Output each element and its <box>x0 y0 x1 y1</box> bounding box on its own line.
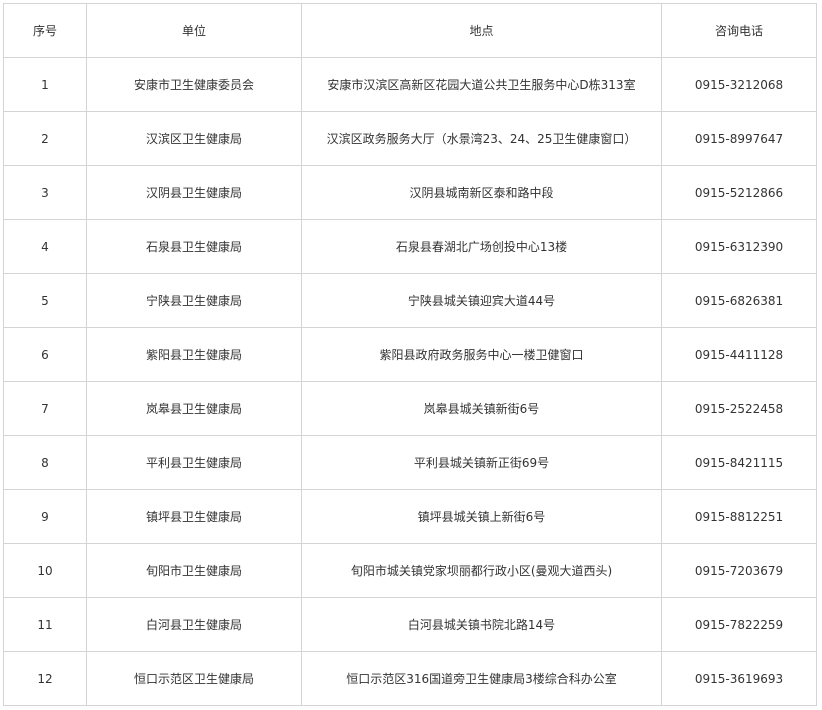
cell-phone: 0915-7822259 <box>661 597 817 652</box>
cell-index: 1 <box>3 57 87 112</box>
table-row: 4 石泉县卫生健康局 石泉县春湖北广场创投中心13楼 0915-6312390 <box>3 219 817 274</box>
cell-phone: 0915-8812251 <box>661 489 817 544</box>
table-row: 3 汉阴县卫生健康局 汉阴县城南新区泰和路中段 0915-5212866 <box>3 165 817 220</box>
cell-location: 镇坪县城关镇上新街6号 <box>301 489 662 544</box>
cell-unit: 汉阴县卫生健康局 <box>86 165 302 220</box>
cell-phone: 0915-3212068 <box>661 57 817 112</box>
cell-phone: 0915-5212866 <box>661 165 817 220</box>
cell-phone: 0915-8997647 <box>661 111 817 166</box>
cell-index: 7 <box>3 381 87 436</box>
table-row: 1 安康市卫生健康委员会 安康市汉滨区高新区花园大道公共卫生服务中心D栋313室… <box>3 57 817 112</box>
table-row: 6 紫阳县卫生健康局 紫阳县政府政务服务中心一楼卫健窗口 0915-441112… <box>3 327 817 382</box>
cell-location: 汉滨区政务服务大厅（水景湾23、24、25卫生健康窗口） <box>301 111 662 166</box>
header-unit: 单位 <box>86 3 302 58</box>
cell-unit: 旬阳市卫生健康局 <box>86 543 302 598</box>
table-row: 7 岚皋县卫生健康局 岚皋县城关镇新街6号 0915-2522458 <box>3 381 817 436</box>
table-row: 10 旬阳市卫生健康局 旬阳市城关镇党家坝丽都行政小区(曼观大道西头) 0915… <box>3 543 817 598</box>
cell-unit: 安康市卫生健康委员会 <box>86 57 302 112</box>
cell-index: 8 <box>3 435 87 490</box>
cell-index: 12 <box>3 651 87 706</box>
table-row: 2 汉滨区卫生健康局 汉滨区政务服务大厅（水景湾23、24、25卫生健康窗口） … <box>3 111 817 166</box>
cell-location: 恒口示范区316国道旁卫生健康局3楼综合科办公室 <box>301 651 662 706</box>
page: 序号 单位 地点 咨询电话 1 安康市卫生健康委员会 安康市汉滨区高新区花园大道… <box>0 0 822 710</box>
table-row: 12 恒口示范区卫生健康局 恒口示范区316国道旁卫生健康局3楼综合科办公室 0… <box>3 651 817 706</box>
cell-location: 紫阳县政府政务服务中心一楼卫健窗口 <box>301 327 662 382</box>
cell-unit: 石泉县卫生健康局 <box>86 219 302 274</box>
header-location: 地点 <box>301 3 662 58</box>
cell-unit: 恒口示范区卫生健康局 <box>86 651 302 706</box>
cell-unit: 宁陕县卫生健康局 <box>86 273 302 328</box>
table-row: 8 平利县卫生健康局 平利县城关镇新正街69号 0915-8421115 <box>3 435 817 490</box>
cell-unit: 紫阳县卫生健康局 <box>86 327 302 382</box>
cell-unit: 白河县卫生健康局 <box>86 597 302 652</box>
cell-index: 9 <box>3 489 87 544</box>
cell-phone: 0915-6826381 <box>661 273 817 328</box>
cell-location: 旬阳市城关镇党家坝丽都行政小区(曼观大道西头) <box>301 543 662 598</box>
cell-location: 汉阴县城南新区泰和路中段 <box>301 165 662 220</box>
cell-index: 5 <box>3 273 87 328</box>
table-header-row: 序号 单位 地点 咨询电话 <box>3 3 817 58</box>
cell-location: 平利县城关镇新正街69号 <box>301 435 662 490</box>
cell-phone: 0915-4411128 <box>661 327 817 382</box>
table-row: 5 宁陕县卫生健康局 宁陕县城关镇迎宾大道44号 0915-6826381 <box>3 273 817 328</box>
cell-unit: 镇坪县卫生健康局 <box>86 489 302 544</box>
header-index: 序号 <box>3 3 87 58</box>
cell-location: 白河县城关镇书院北路14号 <box>301 597 662 652</box>
cell-unit: 平利县卫生健康局 <box>86 435 302 490</box>
cell-location: 宁陕县城关镇迎宾大道44号 <box>301 273 662 328</box>
cell-index: 6 <box>3 327 87 382</box>
cell-phone: 0915-7203679 <box>661 543 817 598</box>
cell-index: 10 <box>3 543 87 598</box>
cell-index: 3 <box>3 165 87 220</box>
cell-location: 石泉县春湖北广场创投中心13楼 <box>301 219 662 274</box>
contact-table: 序号 单位 地点 咨询电话 1 安康市卫生健康委员会 安康市汉滨区高新区花园大道… <box>3 3 817 706</box>
cell-index: 2 <box>3 111 87 166</box>
cell-unit: 岚皋县卫生健康局 <box>86 381 302 436</box>
cell-location: 岚皋县城关镇新街6号 <box>301 381 662 436</box>
cell-location: 安康市汉滨区高新区花园大道公共卫生服务中心D栋313室 <box>301 57 662 112</box>
header-phone: 咨询电话 <box>661 3 817 58</box>
cell-phone: 0915-3619693 <box>661 651 817 706</box>
cell-phone: 0915-6312390 <box>661 219 817 274</box>
table-row: 11 白河县卫生健康局 白河县城关镇书院北路14号 0915-7822259 <box>3 597 817 652</box>
cell-index: 11 <box>3 597 87 652</box>
table-row: 9 镇坪县卫生健康局 镇坪县城关镇上新街6号 0915-8812251 <box>3 489 817 544</box>
cell-index: 4 <box>3 219 87 274</box>
cell-phone: 0915-2522458 <box>661 381 817 436</box>
cell-unit: 汉滨区卫生健康局 <box>86 111 302 166</box>
cell-phone: 0915-8421115 <box>661 435 817 490</box>
table-body: 序号 单位 地点 咨询电话 1 安康市卫生健康委员会 安康市汉滨区高新区花园大道… <box>3 3 817 706</box>
